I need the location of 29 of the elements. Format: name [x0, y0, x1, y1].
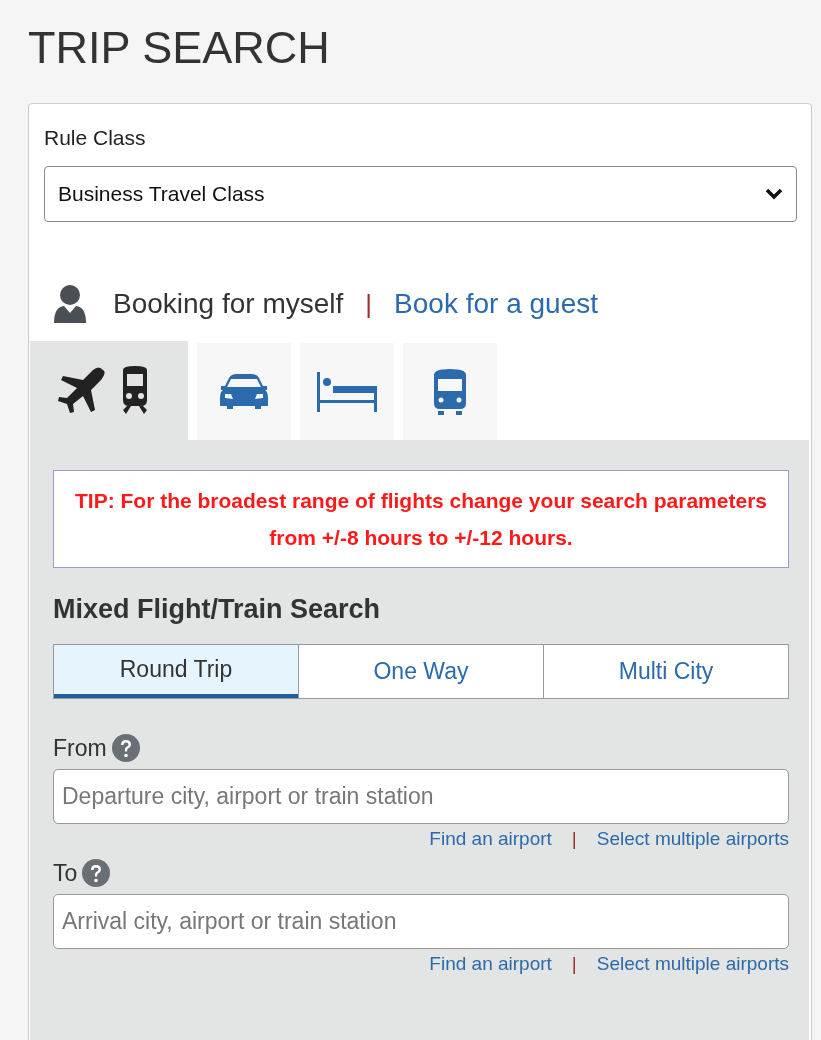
separator: | — [365, 288, 373, 320]
location-input[interactable]: Departure city, airport or train station — [53, 769, 789, 824]
tip-message: TIP: For the broadest range of flights change your search parameters from +/-8 hours to +/-12 hours. — [53, 470, 789, 568]
select-airports-link[interactable]: Select multiple airports — [596, 953, 789, 975]
trip-type-tab[interactable]: One Way — [298, 645, 543, 698]
car-icon — [219, 373, 269, 410]
find-airport-link[interactable]: Find an airport — [429, 953, 552, 975]
chevron-down-icon — [764, 187, 784, 201]
field-label: To — [53, 859, 78, 887]
travel-tab[interactable] — [30, 341, 188, 440]
select-airports-link[interactable]: Select multiple airports — [596, 828, 789, 850]
rule-class-select[interactable]: Business Travel Class — [44, 166, 797, 222]
booking-self-label: Booking for myself — [113, 288, 344, 320]
field-label: From — [53, 734, 107, 762]
trip-type-tab[interactable]: Round Trip — [54, 645, 298, 698]
book-guest-link[interactable]: Book for a guest — [394, 288, 598, 320]
train-icon — [432, 366, 468, 417]
find-airport-link[interactable]: Find an airport — [429, 828, 552, 850]
help-icon[interactable] — [82, 859, 111, 887]
trip-type-tab[interactable]: Multi City — [543, 645, 788, 698]
bed-icon — [317, 371, 377, 412]
rule-class-label: Rule Class — [44, 126, 147, 151]
page-title: TRIP SEARCH — [28, 21, 331, 75]
separator: | — [571, 953, 577, 975]
location-input[interactable]: Arrival city, airport or train station — [53, 894, 789, 949]
person-icon — [52, 283, 88, 325]
separator: | — [571, 828, 577, 850]
section-heading: Mixed Flight/Train Search — [53, 594, 382, 626]
help-icon[interactable] — [111, 734, 140, 762]
